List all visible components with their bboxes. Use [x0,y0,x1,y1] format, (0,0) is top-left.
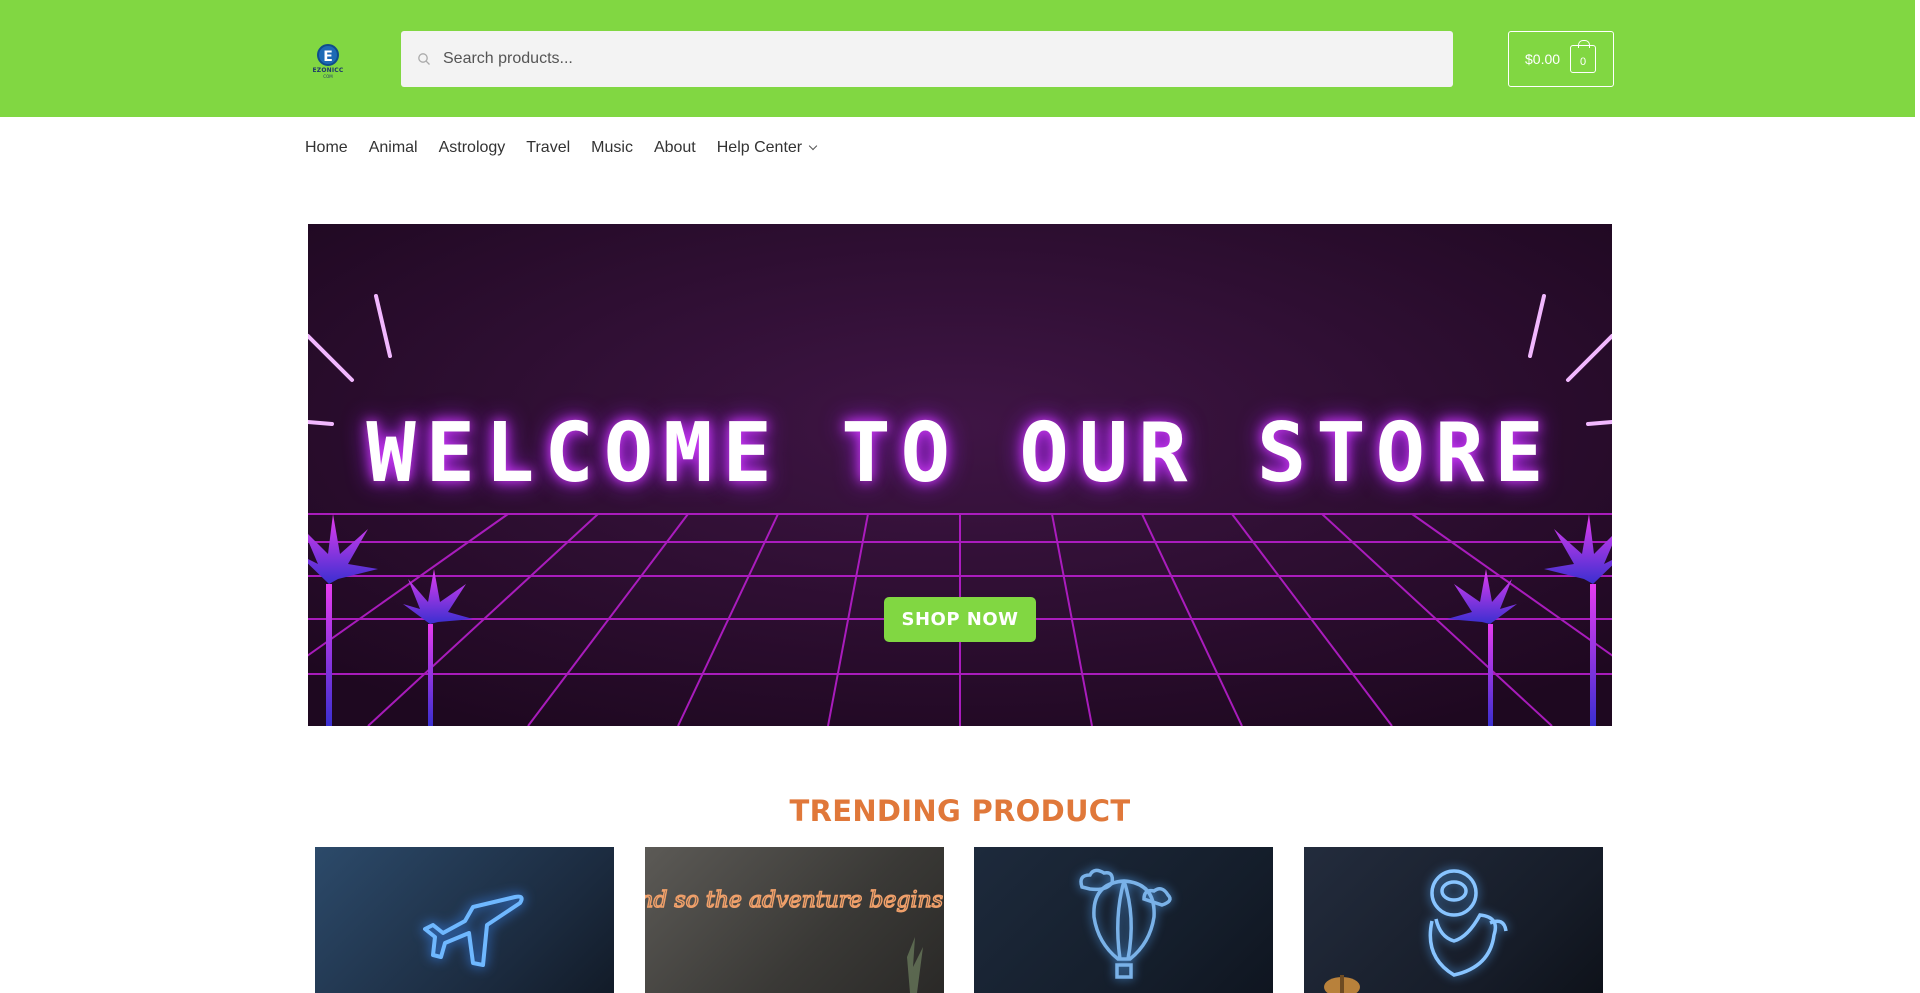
logo-subtext: COM [323,73,333,79]
site-header: E EZONICC COM $0.00 0 [0,0,1920,117]
primary-nav: Home Animal Astrology Travel Music About… [305,136,818,160]
logo-mark: E [317,43,339,66]
airplane-neon-icon [423,894,524,967]
product-card[interactable] [974,847,1273,993]
product-search [401,31,1453,87]
nav-item-travel[interactable]: Travel [526,139,570,157]
product-card[interactable] [315,847,614,993]
hot-air-balloon-neon-icon [1079,868,1172,979]
logo-text: EZONICC [312,66,344,74]
site-logo[interactable]: E EZONICC COM [305,38,351,84]
trending-title: TRENDING PRODUCT [789,794,1131,828]
adventure-script-text: and so the adventure begins... [645,888,944,913]
nav-item-music[interactable]: Music [591,139,633,157]
nav-item-help-center-label: Help Center [716,139,803,156]
shop-now-button[interactable]: SHOP NOW [884,597,1036,642]
cart-bag-icon: 0 [1570,40,1597,73]
nav-item-about[interactable]: About [654,139,696,157]
product-card[interactable]: and so the adventure begins... [645,847,944,993]
header-edge [1915,0,1920,117]
search-input[interactable] [443,50,1423,68]
astronaut-banana-neon-icon [1324,869,1508,993]
nav-item-help-center[interactable]: Help Center [716,139,818,157]
chevron-down-icon [808,141,818,151]
nav-item-astrology[interactable]: Astrology [439,139,506,157]
hero-title: WELCOME TO OUR STORE [366,406,1554,501]
cart-count: 0 [1579,56,1587,68]
search-icon [418,53,430,65]
cart-total: $0.00 [1525,51,1561,67]
adventure-script-neon-icon: and so the adventure begins... [645,887,944,993]
cart-button[interactable]: $0.00 0 [1508,31,1614,87]
product-card[interactable] [1304,847,1603,993]
hero-banner: WELCOME TO OUR STORE SHOP NOW [308,224,1612,726]
nav-item-home[interactable]: Home [305,139,348,157]
nav-item-animal[interactable]: Animal [369,139,418,157]
